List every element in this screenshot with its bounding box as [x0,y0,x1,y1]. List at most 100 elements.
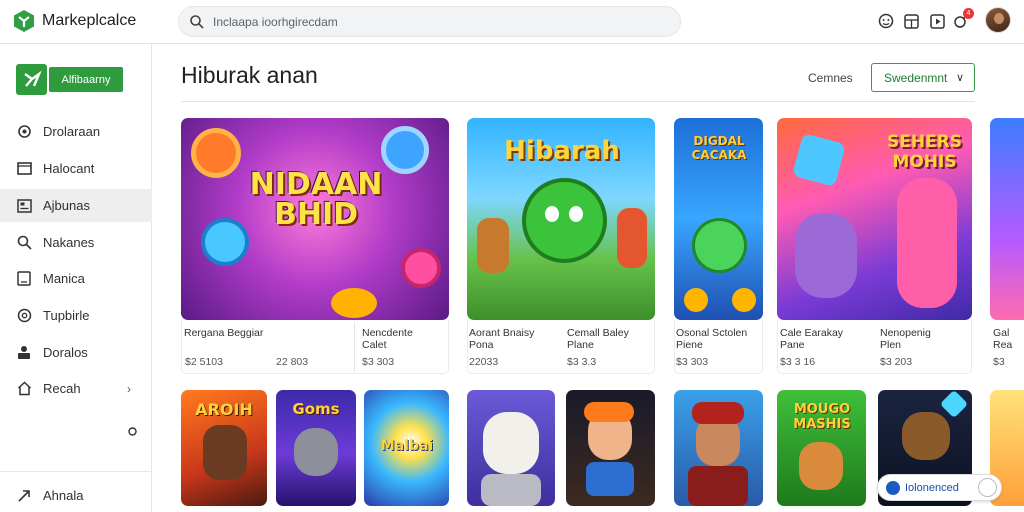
card-sub: Rea [993,339,1013,351]
sort-dropdown[interactable]: Swedenmnt ∨ [871,63,975,92]
card-name: Gal [993,327,1010,339]
card-sub: Calet [362,339,387,351]
card-price: $3 3.3 [567,356,597,368]
game-card-art[interactable]: Malbai [364,390,449,506]
brand-label: Alfibaarny [49,67,123,92]
sidebar-item-drolaraan[interactable]: Drolaraan [0,115,152,148]
sidebar-divider [0,471,152,472]
card-art-title: Goms [292,400,340,418]
card-price: $3 303 [676,356,709,368]
help-icon[interactable] [877,12,895,30]
shield-icon [886,481,900,495]
card-divider [354,322,355,372]
card-art-title: DIGDAL CACAKA [691,134,747,162]
card-price: $3 303 [362,356,395,368]
search-bar[interactable]: Inclaapa ioorhgirecdam [178,6,681,37]
sidebar-item-label: Manica [43,271,85,286]
game-card-art[interactable]: NIDAAN BHID [181,118,449,320]
brand-logo-icon [16,64,47,95]
game-card-art[interactable]: MOUGO MASHIS [777,390,866,506]
top-bar: Markeplcalce Inclaapa ioorhgirecdam 4 [0,0,1024,44]
refresh-icon[interactable] [127,424,138,442]
card-name: Osonal Sctolen [676,327,748,339]
status-chip[interactable]: Iolonenced [877,474,1002,501]
card-sub: Plane [567,339,594,351]
sidebar: Alfibaarny Drolaraan Halocant Ajbunas Na… [0,44,152,512]
sidebar-item-nakanes[interactable]: Nakanes [0,226,152,259]
card-name: Cale Earakay [780,327,844,339]
game-card-art[interactable]: SEHERS MOHIS [777,118,972,320]
app-title: Markeplcalce [42,12,137,29]
search-icon [16,235,32,251]
sidebar-item-label: Halocant [43,161,95,176]
card-name: Cemall Baley [567,327,629,339]
card-name: Nencdente [362,327,413,339]
play-icon[interactable] [928,12,946,30]
sidebar-item-manica[interactable]: Manica [0,262,152,295]
game-card-art[interactable] [467,390,555,506]
sidebar-item-label: Drolaraan [43,124,101,139]
game-card-art[interactable]: Goms [276,390,356,506]
arrow-icon [16,488,32,504]
card-price: $3 3 16 [780,356,816,368]
title-divider [181,101,975,102]
card-art-title: MOUGO MASHIS [793,402,851,432]
search-icon[interactable] [978,478,997,497]
card-art-title: Malbai [380,438,434,454]
sidebar-item-halocant[interactable]: Halocant [0,152,152,185]
tablet-icon [16,271,32,287]
card-price: $3 203 [880,356,913,368]
card-name: Rergana Beggiar [184,327,264,339]
sidebar-item-recah[interactable]: Recah › [0,372,152,405]
game-card-art[interactable]: DIGDAL CACAKA [674,118,763,320]
search-icon [190,15,204,29]
grid-icon[interactable] [902,12,920,30]
game-card-art[interactable]: Hibarah [467,118,655,320]
card-price: $3 [993,356,1005,368]
card-art-title: AROIH [195,400,253,419]
image-icon [16,198,32,214]
person-icon [16,345,32,361]
status-chip-label: Iolonenced [905,481,959,494]
card-name: Aorant Bnaisy [469,327,535,339]
sidebar-item-label: Doralos [43,345,88,360]
home-icon [16,381,32,397]
sidebar-item-doralos[interactable]: Doralos [0,336,152,369]
card-price: 22033 [469,356,499,368]
card-art-title: NIDAAN BHID [249,167,383,232]
card-price: 22 803 [276,356,309,368]
clock-icon [16,308,32,324]
sidebar-item-label: Tupbirle [43,308,90,323]
page-title: Hiburak anan [181,62,318,88]
brand-button[interactable]: Alfibaarny [16,64,123,95]
sidebar-item-label: Ajbunas [43,198,90,213]
card-name: Nenopenig [880,327,931,339]
sort-label: Cemnes [808,71,853,85]
game-card-art[interactable]: AROIH [181,390,267,506]
sidebar-footer-item[interactable]: Ahnala [0,479,152,512]
card-sub: Pona [469,339,494,351]
card-art-title: Hibarah [504,136,620,166]
card-sub: Pane [780,339,805,351]
sort-dropdown-value: Swedenmnt [884,70,948,85]
sidebar-item-tupbirle[interactable]: Tupbirle [0,299,152,332]
gear-icon [16,124,32,140]
game-card-art[interactable] [990,118,1024,320]
card-sub: Piene [676,339,703,351]
card-sub: Plen [880,339,902,351]
monitor-icon [16,161,32,177]
sidebar-item-label: Nakanes [43,235,95,250]
avatar[interactable] [985,7,1011,33]
card-art-title: SEHERS MOHIS [886,132,963,172]
game-card-art[interactable] [566,390,655,506]
sidebar-footer-label: Ahnala [43,488,84,503]
sidebar-item-ajbunas[interactable]: Ajbunas [0,189,152,222]
search-input[interactable]: Inclaapa ioorhgirecdam [213,15,338,29]
chevron-down-icon: ∨ [955,72,964,84]
card-price: $2 5103 [185,356,223,368]
sidebar-item-label: Recah [43,381,81,396]
chevron-right-icon: › [127,381,131,396]
game-card-art[interactable] [674,390,763,506]
notification-badge: 4 [963,8,974,19]
logo-icon[interactable] [12,9,36,33]
